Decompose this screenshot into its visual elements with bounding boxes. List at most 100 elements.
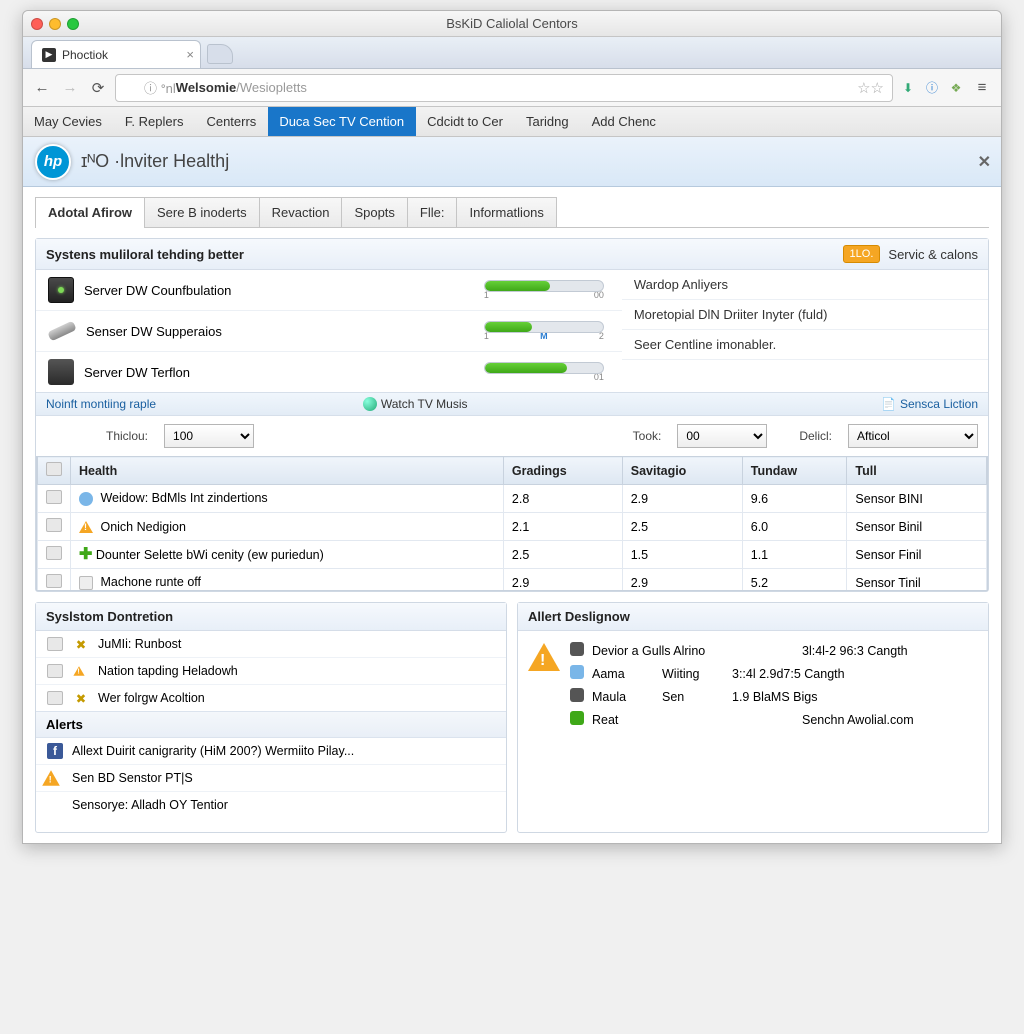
browser-tabstrip: ▶ Phoctiok × xyxy=(23,37,1001,69)
window-title: BsKiD Caliolal Centors xyxy=(23,16,1001,31)
health-right-item-1[interactable]: Moretopial DlN Driiter Inyter (fuld) xyxy=(622,300,988,330)
subtab-2[interactable]: Revaction xyxy=(259,197,343,227)
filter3-label: Delicl: xyxy=(799,429,832,443)
alert-item-2[interactable]: Sensorye: Alladh OY Tentior xyxy=(36,792,506,818)
progress-bar xyxy=(484,280,604,292)
url-prefix: ⓘ ᐤnl xyxy=(144,78,176,97)
table-row[interactable]: Weidow: BdMls Int zindertions2.82.99.6Se… xyxy=(38,485,987,513)
subtab-1[interactable]: Sere B inoderts xyxy=(144,197,260,227)
alerts-section-title: Alerts xyxy=(36,711,506,738)
address-bar[interactable]: ⓘ ᐤnl Welsomie /Wesiopletts ☆ ☆ xyxy=(115,74,893,102)
health-panel-title: Systens muliloral tehding better xyxy=(46,247,244,262)
disk-icon xyxy=(48,277,74,303)
syslstom-item-0[interactable]: ✖JuMIi: Runbost xyxy=(36,631,506,658)
subtab-0[interactable]: Adotal Afirow xyxy=(35,197,145,227)
system-health-panel: Systens muliloral tehding better 1LO. Se… xyxy=(35,238,989,592)
filter2-select[interactable]: 00 xyxy=(677,424,767,448)
menubar-item-3[interactable]: Duca Sec TV Cention xyxy=(268,107,416,136)
back-button[interactable]: ← xyxy=(31,77,53,99)
filter1-select[interactable]: 100 xyxy=(164,424,254,448)
hp-logo-icon: hp xyxy=(35,144,71,180)
doc-icon: 📄 xyxy=(881,397,896,411)
subtab-5[interactable]: Informatlions xyxy=(456,197,556,227)
row-checkbox-icon[interactable] xyxy=(46,518,62,532)
alert-row-1[interactable]: AamaWiiting3::4l 2.9d7:5 Cangth xyxy=(570,662,978,685)
status-dot-icon xyxy=(570,688,584,702)
health-item-label: Server DW Counfbulation xyxy=(84,283,484,298)
menubar-item-6[interactable]: Add Chenc xyxy=(581,107,668,136)
filter3-select[interactable]: Afticol xyxy=(848,424,978,448)
subtab-4[interactable]: Flle: xyxy=(407,197,458,227)
browser-tab[interactable]: ▶ Phoctiok × xyxy=(31,40,201,68)
subtab-3[interactable]: Spopts xyxy=(341,197,407,227)
url-path: /Wesiopletts xyxy=(236,80,307,95)
new-tab-button[interactable] xyxy=(207,44,233,64)
sub-tabbar: Adotal AfirowSere B inodertsRevactionSpo… xyxy=(35,197,989,228)
extension-3-icon[interactable]: ❖ xyxy=(947,79,965,97)
row-checkbox-icon[interactable] xyxy=(46,574,62,588)
menubar-item-0[interactable]: May Cevies xyxy=(23,107,114,136)
menubar-item-5[interactable]: Taridng xyxy=(515,107,581,136)
system-donation-panel: Syslstom Dontretion ✖JuMIi: RunbostNatio… xyxy=(35,602,507,833)
menubar-item-2[interactable]: Centerrs xyxy=(195,107,268,136)
site-info-icon[interactable] xyxy=(124,81,138,95)
app-title: ɪᴺO ·lnviter Healthj xyxy=(81,151,229,172)
syslstom-title: Syslstom Dontretion xyxy=(46,609,173,624)
table-col-5[interactable]: Tull xyxy=(847,457,987,485)
extension-2-icon[interactable]: ⓘ xyxy=(923,79,941,97)
syslstom-item-1[interactable]: Nation tapding Heladowh xyxy=(36,658,506,685)
alert-row-3[interactable]: ReatSenchn Awolial.com xyxy=(570,708,978,731)
health-item-label: Senser DW Supperaios xyxy=(86,324,484,339)
url-host: Welsomie xyxy=(176,80,236,95)
health-right-item-2[interactable]: Seer Centline imonabler. xyxy=(622,330,988,360)
status-dot-icon xyxy=(570,665,584,679)
syslstom-item-2[interactable]: ✖Wer folrgw Acoltion xyxy=(36,685,506,711)
bookmark-star2-icon[interactable]: ☆ xyxy=(871,79,884,97)
tab-close-icon[interactable]: × xyxy=(186,47,194,62)
app-menubar: May CeviesF. ReplersCenterrsDuca Sec TV … xyxy=(23,107,1001,137)
alert-item-0[interactable]: fAllext Duirit canigrarity (HiM 200?) We… xyxy=(36,738,506,765)
warning-icon xyxy=(42,770,60,785)
table-col-2[interactable]: Gradings xyxy=(503,457,622,485)
health-item-0[interactable]: Server DW Counfbulation 100 xyxy=(36,270,622,311)
alert-row-2[interactable]: MaulaSen1.9 BlaMS Bigs xyxy=(570,685,978,708)
health-right-item-0[interactable]: Wardop Anliyers xyxy=(622,270,988,300)
hamburger-menu-icon[interactable]: ≡ xyxy=(971,77,993,99)
facebook-icon: f xyxy=(47,743,63,759)
alert-row-0[interactable]: Devior a Gulls Alrino3l:4l-2 96:3 Cangth xyxy=(570,639,978,662)
table-col-1[interactable]: Health xyxy=(71,457,504,485)
row-checkbox-icon[interactable] xyxy=(46,490,62,504)
row-checkbox-icon[interactable] xyxy=(46,546,62,560)
globe-icon xyxy=(363,397,377,411)
health-table: HealthGradingsSavitagioTundawTull Weidow… xyxy=(37,456,987,591)
health-item-2[interactable]: Server DW Terflon 01 xyxy=(36,352,622,392)
table-col-4[interactable]: Tundaw xyxy=(742,457,847,485)
select-all-icon[interactable] xyxy=(46,462,62,476)
health-item-label: Server DW Terflon xyxy=(84,365,484,380)
health-subbar: Noinft montiing raple Watch TV Musis 📄 Se… xyxy=(36,392,988,416)
extension-1-icon[interactable]: ⬇ xyxy=(899,79,917,97)
app-close-icon[interactable]: ✕ xyxy=(978,152,991,172)
tab-title: Phoctiok xyxy=(62,48,108,62)
table-row[interactable]: Machone runte off2.92.95.2Sensor Tinil xyxy=(38,569,987,592)
alert-design-panel: Allert Deslignow Devior a Gulls Alrino3l… xyxy=(517,602,989,833)
warning-large-icon xyxy=(528,643,560,671)
reload-button[interactable]: ⟳ xyxy=(87,77,109,99)
ilo-badge[interactable]: 1LO. xyxy=(843,245,881,263)
forward-button[interactable]: → xyxy=(59,77,81,99)
health-item-1[interactable]: Senser DW Supperaios 1M2 xyxy=(36,311,622,352)
subbar-mid-link[interactable]: Watch TV Musis xyxy=(381,397,468,411)
alert-item-1[interactable]: Sen BD Senstor PT|S xyxy=(36,765,506,792)
table-col-3[interactable]: Savitagio xyxy=(622,457,742,485)
subbar-left-link[interactable]: Noinft montiing raple xyxy=(46,397,156,411)
menubar-item-4[interactable]: Cdcidt to Cer xyxy=(416,107,515,136)
progress-bar xyxy=(484,321,604,333)
menubar-item-1[interactable]: F. Replers xyxy=(114,107,196,136)
table-row[interactable]: ✚ Dounter Selette bWi cenity (ew puriedu… xyxy=(38,541,987,569)
bookmark-star-icon[interactable]: ☆ xyxy=(857,79,870,97)
progress-bar xyxy=(484,362,604,374)
subbar-right-link[interactable]: Sensca Liction xyxy=(900,397,978,411)
table-col-0[interactable] xyxy=(38,457,71,485)
table-row[interactable]: Onich Nedigion2.12.56.0Sensor Binil xyxy=(38,513,987,541)
service-actions-link[interactable]: Servic & calons xyxy=(888,247,978,262)
